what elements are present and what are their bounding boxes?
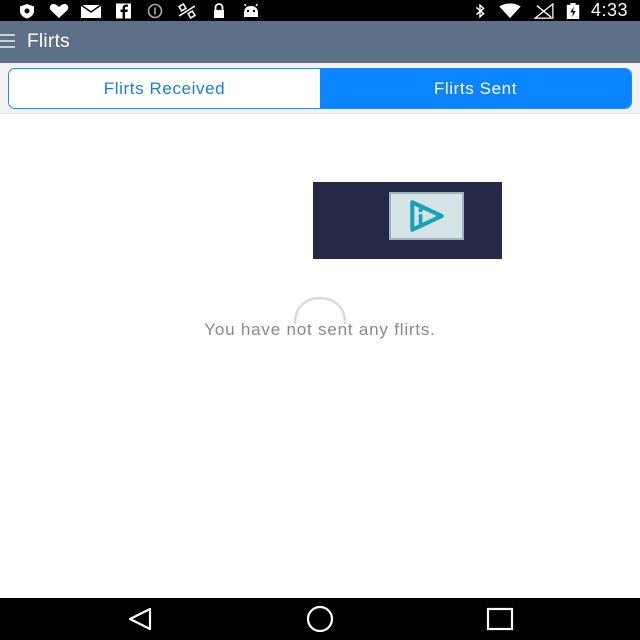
satellite-icon [176, 2, 198, 19]
media-overlay [313, 182, 502, 259]
play-logo-icon [389, 192, 464, 240]
segmented-control: Flirts Received Flirts Sent [8, 68, 632, 109]
bluetooth-icon [473, 3, 487, 19]
wifi-icon [497, 2, 523, 19]
clock: 4:33 [590, 0, 628, 20]
android-icon [240, 3, 262, 19]
navigation-bar [0, 598, 640, 640]
mail-icon [80, 3, 102, 19]
shield-icon [16, 3, 38, 19]
lock-icon [208, 2, 230, 19]
system-icons: 4:33 [473, 1, 628, 20]
notification-icons [16, 2, 262, 19]
back-button-icon[interactable] [122, 604, 162, 634]
empty-state-message: You have not sent any flirts. [204, 320, 436, 339]
info-circle-icon [144, 3, 166, 19]
status-bar: 4:33 [0, 0, 640, 21]
battery-charging-icon [565, 2, 581, 19]
home-button-icon[interactable] [300, 604, 340, 634]
recent-apps-button-icon[interactable] [480, 604, 520, 634]
hamburger-menu-icon[interactable] [0, 34, 16, 50]
tab-bar: Flirts Received Flirts Sent [0, 63, 640, 114]
page-title: Flirts [27, 31, 70, 52]
tab-flirts-received[interactable]: Flirts Received [9, 69, 320, 108]
facebook-icon [112, 3, 134, 19]
tab-flirts-sent[interactable]: Flirts Sent [320, 69, 631, 108]
content-area: You have not sent any flirts. [0, 114, 640, 598]
signal-icon [533, 2, 555, 19]
heart-icon [48, 3, 70, 19]
action-bar: Flirts [0, 21, 640, 63]
